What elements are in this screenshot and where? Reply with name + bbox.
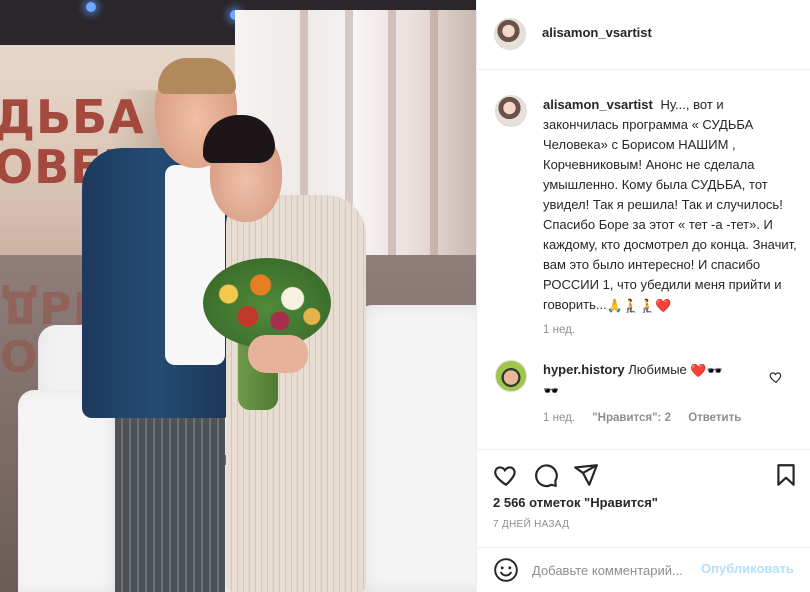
publish-button[interactable]: Опубликовать — [701, 561, 794, 576]
share-icon[interactable] — [573, 462, 599, 488]
caption-timestamp[interactable]: 1 нед. — [543, 324, 575, 336]
comments-list[interactable]: alisamon_vsartist Ну..., вот и закончила… — [477, 71, 810, 449]
reply-timestamp[interactable]: 1 нед. — [543, 412, 575, 424]
man-hair — [158, 58, 236, 94]
post-photo[interactable]: ДЬБАОВЕКА ОВЕКАДЬБА — [0, 0, 476, 592]
reply-emojis: ❤️🕶️ — [690, 363, 723, 378]
man-trousers — [115, 400, 225, 592]
reply-emojis-line2: 🕶️ — [543, 383, 560, 398]
post-date[interactable]: 7 ДНЕЙ НАЗАД — [493, 519, 569, 530]
caption-body: alisamon_vsartist Ну..., вот и закончила… — [543, 95, 801, 315]
reply-avatar[interactable] — [495, 360, 527, 392]
reply-body: hyper.history Любимые ❤️🕶️ 🕶️ — [543, 360, 763, 400]
reply-likes[interactable]: "Нравится": 2 — [592, 412, 671, 424]
smile-icon[interactable] — [493, 557, 519, 583]
woman-hands — [248, 335, 308, 373]
reply-button[interactable]: Ответить — [688, 412, 741, 424]
likes-count[interactable]: 2 566 отметок "Нравится" — [493, 495, 658, 510]
caption-username[interactable]: alisamon_vsartist — [543, 97, 653, 112]
heart-outline-icon[interactable] — [493, 462, 519, 488]
author-username[interactable]: alisamon_vsartist — [542, 25, 652, 40]
add-comment-bar: Опубликовать — [477, 547, 810, 592]
reply-username[interactable]: hyper.history — [543, 362, 625, 377]
reply-comment: hyper.history Любимые ❤️🕶️ 🕶️ 1 нед. "Нр… — [495, 360, 795, 424]
caption-emojis: 🙏🧎🧎❤️ — [606, 298, 672, 313]
post-details-panel: alisamon_vsartist alisamon_vsartist Ну..… — [476, 0, 810, 592]
heart-outline-icon[interactable] — [769, 370, 783, 384]
caption-avatar[interactable] — [495, 95, 527, 127]
comment-input[interactable] — [532, 560, 700, 580]
reply-meta: 1 нед. "Нравится": 2 Ответить — [543, 412, 755, 424]
post-actions: 2 566 отметок "Нравится" 7 ДНЕЙ НАЗАД — [477, 449, 810, 547]
studio-light — [86, 2, 96, 12]
reply-text: Любимые — [628, 362, 687, 377]
post-header: alisamon_vsartist — [477, 0, 810, 70]
bookmark-icon[interactable] — [773, 462, 799, 488]
caption-text: Ну..., вот и закончилась программа « СУД… — [543, 97, 797, 312]
comment-icon[interactable] — [533, 462, 559, 488]
author-avatar[interactable] — [494, 18, 526, 50]
